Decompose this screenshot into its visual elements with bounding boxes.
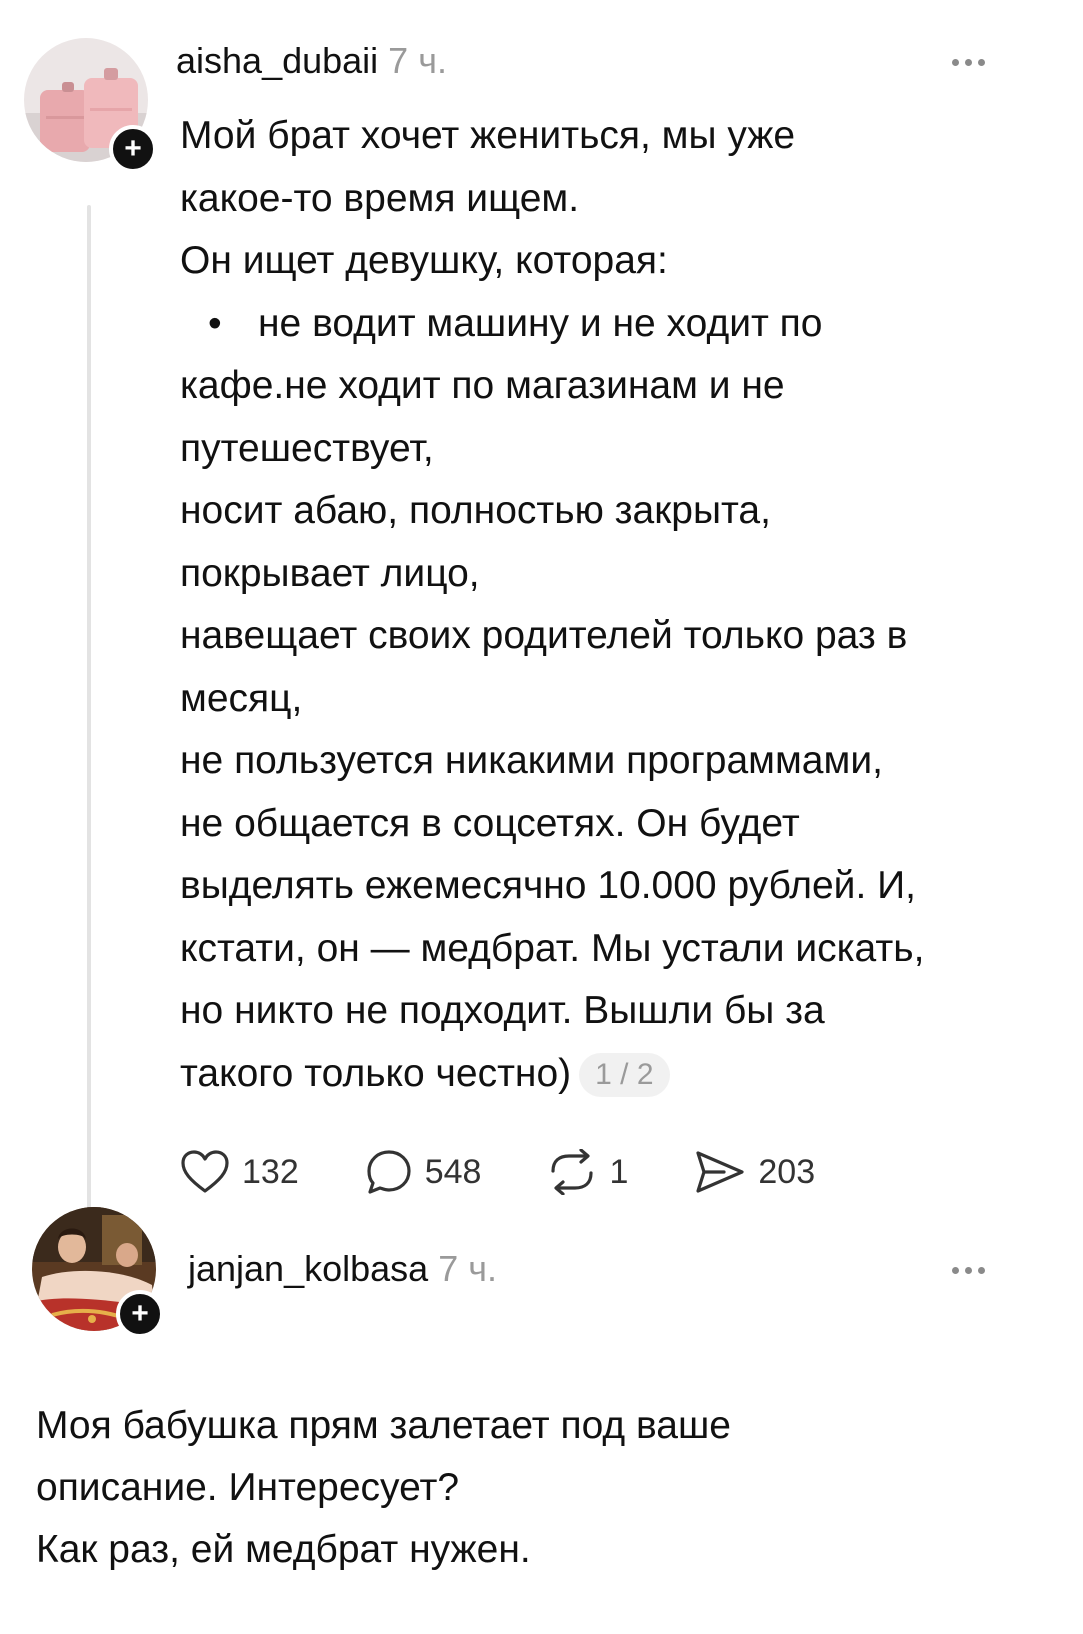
share-icon [696,1151,744,1193]
post-line: не пользуется никакими программами, [180,739,883,782]
heart-icon [181,1150,229,1193]
post-line: носит абаю, полностью закрыта, [180,489,771,532]
comment-count: 548 [424,1152,482,1191]
post-line: кафе.не ходит по магазинам и не [180,364,785,407]
post-line: не общается в соцсетях. Он будет [180,801,800,845]
more-icon[interactable] [952,1260,985,1280]
post-line: такого только честно) [180,1051,572,1095]
comment-button[interactable]: 548 [365,1148,482,1196]
repost-icon [551,1149,594,1195]
post-line: покрывает лицо, [180,551,480,595]
post-line: Мой брат хочет жениться, мы уже [180,114,796,157]
post-line: какое-то время ищем. [180,176,580,220]
thread-line [87,205,91,1229]
reply-line: Моя бабушка прям залетает под ваше [36,1404,731,1447]
username[interactable]: aisha_dubaii [176,40,378,81]
like-button[interactable]: 132 [180,1149,299,1195]
post-line: но никто не подходит. Вышли бы за [180,989,825,1032]
follow-button[interactable]: + [109,125,157,173]
post-line: навещает своих родителей только раз в [180,614,908,657]
action-bar: 132 548 1 203 [180,1148,881,1196]
more-icon[interactable] [952,52,985,72]
reply-author[interactable]: janjan_kolbasa 7 ч. [188,1248,497,1290]
post-author[interactable]: aisha_dubaii 7 ч. [176,40,447,82]
reply-body: Моя бабушка прям залетает под ваше описа… [36,1395,1056,1581]
like-count: 132 [242,1152,299,1191]
username[interactable]: janjan_kolbasa [188,1248,428,1289]
repost-count: 1 [609,1152,629,1191]
post-line: путешествует, [180,426,434,470]
page-indicator[interactable]: 1 / 2 [579,1053,670,1098]
follow-button[interactable]: + [116,1290,164,1338]
bullet-item: • не водит машину и не ходит по [180,293,1060,356]
comment-icon [367,1150,411,1194]
share-count: 203 [758,1152,816,1191]
repost-button[interactable]: 1 [547,1149,628,1195]
reply-time: 7 ч. [438,1248,497,1289]
post-line: кстати, он — медбрат. Мы устали искать, [180,926,925,970]
share-button[interactable]: 203 [694,1149,815,1195]
bullet-icon: • [208,301,222,345]
post-line: Он ищет девушку, которая: [180,239,668,282]
post-line: выделять ежемесячно 10.000 рублей. И, [180,864,916,907]
post-body: Мой брат хочет жениться, мы уже какое-то… [180,105,1060,1105]
post-time: 7 ч. [388,40,447,81]
reply-line: Как раз, ей медбрат нужен. [36,1528,531,1571]
post-line: не водит машину и не ходит по [258,301,823,345]
post-line: месяц, [180,676,303,720]
reply-line: описание. Интересует? [36,1466,460,1509]
